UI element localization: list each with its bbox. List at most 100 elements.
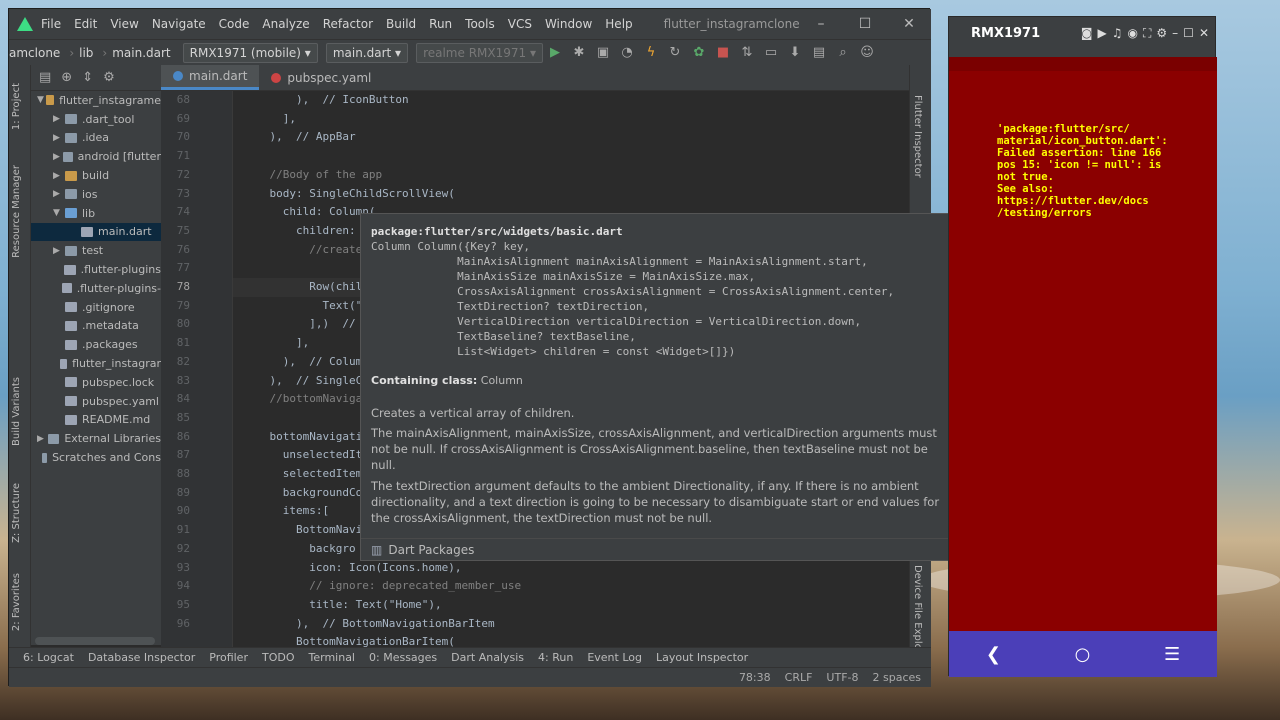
locate-icon[interactable]: ⊕ [61, 70, 72, 85]
chevron-right-icon[interactable]: ▶ [53, 152, 63, 162]
tool-tab-profiler[interactable]: Profiler [209, 651, 248, 664]
back-icon[interactable]: ❮ [986, 644, 1001, 665]
tree-item[interactable]: .metadata [31, 317, 161, 336]
flutter-attach-icon[interactable]: ✿ [687, 42, 711, 64]
home-icon[interactable]: ○ [1075, 644, 1091, 665]
tree-item[interactable]: ▼ flutter_instagrame [31, 91, 161, 110]
maximize-icon[interactable]: ☐ [1183, 26, 1194, 41]
hot-restart-icon[interactable]: ↻ [663, 42, 687, 64]
tab-resource-manager[interactable]: Resource Manager [11, 165, 22, 258]
chevron-down-icon[interactable]: ▼ [53, 208, 65, 218]
run-icon[interactable]: ▶ [543, 42, 567, 64]
chevron-right-icon[interactable]: ▶ [53, 171, 65, 181]
coverage-icon[interactable]: ▣ [591, 42, 615, 64]
line-separator[interactable]: CRLF [785, 671, 813, 684]
sdk-manager-icon[interactable]: ⬇ [783, 42, 807, 64]
collapse-icon[interactable]: ⇕ [82, 70, 93, 85]
recents-icon[interactable]: ☰ [1164, 644, 1180, 665]
tab-flutter-inspector[interactable]: Flutter Inspector [912, 95, 923, 178]
tree-item[interactable]: .packages [31, 335, 161, 354]
tree-item[interactable]: pubspec.lock [31, 373, 161, 392]
device-screen[interactable]: 'package:flutter/src/ material/icon_butt… [949, 57, 1217, 677]
tab-pubspec[interactable]: pubspec.yaml [259, 65, 383, 90]
tree-item[interactable]: README.md [31, 411, 161, 430]
close-icon[interactable]: ✕ [1199, 26, 1209, 41]
tool-tab-layout-inspector[interactable]: Layout Inspector [656, 651, 748, 664]
tool-tab-0-messages[interactable]: 0: Messages [369, 651, 437, 664]
tab-favorites[interactable]: 2: Favorites [11, 573, 22, 631]
menu-item-tools[interactable]: Tools [465, 17, 495, 31]
tree-item[interactable]: .flutter-plugins- [31, 279, 161, 298]
stop-icon[interactable]: ■ [711, 42, 735, 64]
video-icon[interactable]: ▶ [1098, 26, 1107, 41]
chevron-right-icon[interactable]: ▶ [53, 189, 65, 199]
layout-icon[interactable]: ▤ [39, 70, 51, 85]
tree-item[interactable]: Scratches and Cons [31, 448, 161, 467]
menu-item-view[interactable]: View [110, 17, 138, 31]
device-selector[interactable]: RMX1971 (mobile) ▾ [182, 42, 318, 63]
chevron-right-icon[interactable]: ▶ [53, 246, 65, 256]
hot-reload-icon[interactable]: ϟ [639, 42, 663, 64]
tree-item[interactable]: ▶ android [flutter [31, 147, 161, 166]
tree-item[interactable]: .flutter-plugins [31, 260, 161, 279]
breadcrumb-file[interactable]: main.dart [112, 46, 170, 60]
maximize-icon[interactable]: ☐ [843, 9, 887, 39]
indent-setting[interactable]: 2 spaces [873, 671, 922, 684]
project-scrollbar[interactable] [35, 637, 155, 645]
tool-tab-dart-analysis[interactable]: Dart Analysis [451, 651, 524, 664]
sync-icon[interactable]: ⇅ [735, 42, 759, 64]
menu-item-refactor[interactable]: Refactor [323, 17, 373, 31]
file-encoding[interactable]: UTF-8 [826, 671, 858, 684]
gear-icon[interactable]: ⚙ [103, 70, 115, 85]
tree-item[interactable]: ▶ .idea [31, 129, 161, 148]
profile-icon[interactable]: ◔ [615, 42, 639, 64]
target-selector[interactable]: realme RMX1971 ▾ [416, 42, 543, 63]
tree-item[interactable]: pubspec.yaml [31, 392, 161, 411]
tool-tab-database-inspector[interactable]: Database Inspector [88, 651, 195, 664]
tree-item[interactable]: ▶ test [31, 241, 161, 260]
menu-item-run[interactable]: Run [429, 17, 452, 31]
chevron-down-icon[interactable]: ▼ [37, 95, 46, 105]
tab-structure[interactable]: Z: Structure [11, 483, 22, 543]
debug-icon[interactable]: ✱ [567, 42, 591, 64]
search-icon[interactable]: ⌕ [831, 42, 855, 64]
minimize-icon[interactable]: – [1172, 26, 1178, 41]
chevron-right-icon[interactable]: ▶ [37, 434, 48, 444]
mic-icon[interactable]: ◉ [1128, 26, 1138, 41]
tab-main-dart[interactable]: main.dart [161, 65, 260, 90]
menu-item-edit[interactable]: Edit [74, 17, 97, 31]
chevron-right-icon[interactable]: ▶ [53, 114, 65, 124]
menu-item-build[interactable]: Build [386, 17, 416, 31]
caret-position[interactable]: 78:38 [739, 671, 771, 684]
tool-tab-todo[interactable]: TODO [262, 651, 295, 664]
menu-item-window[interactable]: Window [545, 17, 592, 31]
menu-item-vcs[interactable]: VCS [508, 17, 532, 31]
menu-item-code[interactable]: Code [219, 17, 250, 31]
camera-icon[interactable]: ◙ [1081, 26, 1093, 41]
breadcrumb-project[interactable]: amclone [9, 46, 60, 60]
tool-tab-terminal[interactable]: Terminal [309, 651, 356, 664]
menu-item-analyze[interactable]: Analyze [262, 17, 309, 31]
menu-item-file[interactable]: File [41, 17, 61, 31]
tree-item[interactable]: main.dart [31, 222, 161, 242]
layout-icon[interactable]: ▤ [807, 42, 831, 64]
menu-item-help[interactable]: Help [605, 17, 632, 31]
gear-icon[interactable]: ⚙ [1156, 26, 1167, 41]
tree-item[interactable]: flutter_instagrar [31, 354, 161, 373]
tree-item[interactable]: ▶ build [31, 166, 161, 185]
minimize-icon[interactable]: – [799, 9, 843, 39]
tool-tab-6-logcat[interactable]: 6: Logcat [23, 651, 74, 664]
fullscreen-icon[interactable]: ⛶ [1143, 26, 1151, 41]
user-icon[interactable]: ☺ [855, 42, 879, 64]
tab-project[interactable]: 1: Project [11, 83, 22, 130]
tool-tab-4-run[interactable]: 4: Run [538, 651, 573, 664]
headset-icon[interactable]: ♫ [1112, 26, 1123, 41]
tree-item[interactable]: ▶ ios [31, 185, 161, 204]
breadcrumb-lib[interactable]: lib [79, 46, 93, 60]
tool-tab-event-log[interactable]: Event Log [587, 651, 642, 664]
tree-item[interactable]: ▶ .dart_tool [31, 110, 161, 129]
menu-item-navigate[interactable]: Navigate [152, 17, 206, 31]
run-config-selector[interactable]: main.dart ▾ [325, 42, 409, 63]
close-icon[interactable]: ✕ [887, 9, 931, 39]
tree-item[interactable]: ▼ lib [31, 204, 161, 223]
